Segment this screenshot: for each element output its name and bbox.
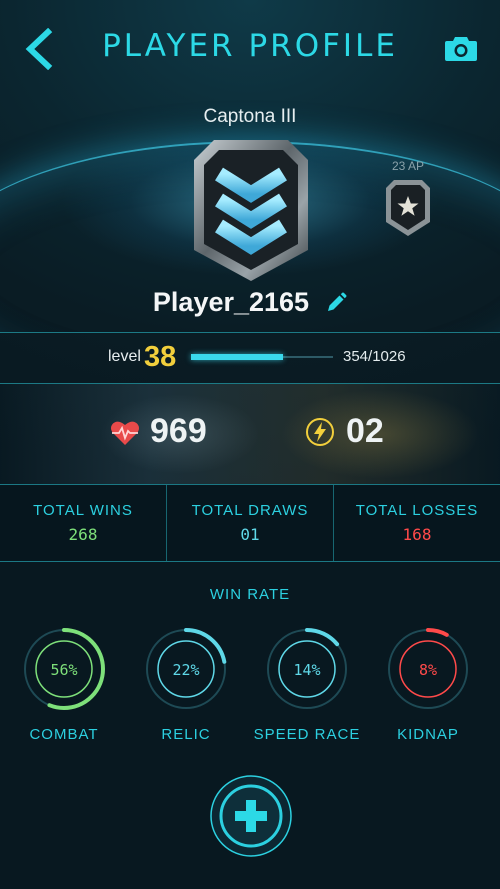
health-value: 969 [150,412,207,450]
level-row: level 38 354/1026 [0,333,500,383]
level-label: level [108,348,141,365]
win-rate-gauge-relic[interactable]: 22% [144,627,228,711]
add-button[interactable] [209,774,293,858]
player-name: Player_2165 [152,287,310,317]
resources-row: 969 02 [0,384,500,484]
xp-progress-bar [191,354,333,360]
level-value: 38 [144,341,177,373]
win-rate-title: WIN RATE [209,586,291,603]
stat-value: 168 [402,525,432,544]
gauge-value: 22% [172,661,199,679]
xp-text: 354/1026 [343,348,406,365]
energy-value: 02 [346,412,384,450]
win-rate-gauge-speed-race[interactable]: 14% [265,627,349,711]
stat-label: TOTAL DRAWS [191,502,309,519]
rank-panel: Captona III 23 AP Player_2165 [0,96,500,332]
stat-value: 01 [240,525,260,544]
camera-button[interactable] [444,34,478,62]
stat-total-losses: TOTAL LOSSES 168 [334,485,500,561]
gauge-label-speed-race: SPEED RACE [253,726,361,743]
ap-label: 23 AP [391,159,425,173]
player-name-row: Player_2165 [0,287,500,323]
stat-value: 268 [68,525,98,544]
camera-icon [445,37,477,61]
rank-badge-icon [194,140,308,281]
gauge-value: 8% [419,661,437,679]
stat-total-draws: TOTAL DRAWS 01 [167,485,333,561]
gauge-label-kidnap: KIDNAP [397,726,459,743]
heart-icon [111,421,139,445]
rank-name: Captona III [203,106,297,127]
win-rate-gauge-combat[interactable]: 56% [22,627,106,711]
star-badge-icon[interactable] [384,178,432,238]
pencil-icon[interactable] [325,292,347,314]
lightning-icon [306,418,334,446]
gauge-value: 14% [293,661,320,679]
gauge-label-relic: RELIC [161,726,211,743]
header: PLAYER PROFILE [0,0,500,96]
xp-progress-fill [191,354,284,360]
stat-total-wins: TOTAL WINS 268 [0,485,166,561]
page-title: PLAYER PROFILE [102,28,398,64]
divider [0,561,500,562]
gauge-value: 56% [50,661,77,679]
stats-row: TOTAL WINS 268 TOTAL DRAWS 01 TOTAL LOSS… [0,485,500,561]
win-rate-gauge-kidnap[interactable]: 8% [386,627,470,711]
gauge-label-combat: COMBAT [29,726,99,743]
stat-label: TOTAL LOSSES [355,502,479,519]
stat-label: TOTAL WINS [33,502,133,519]
